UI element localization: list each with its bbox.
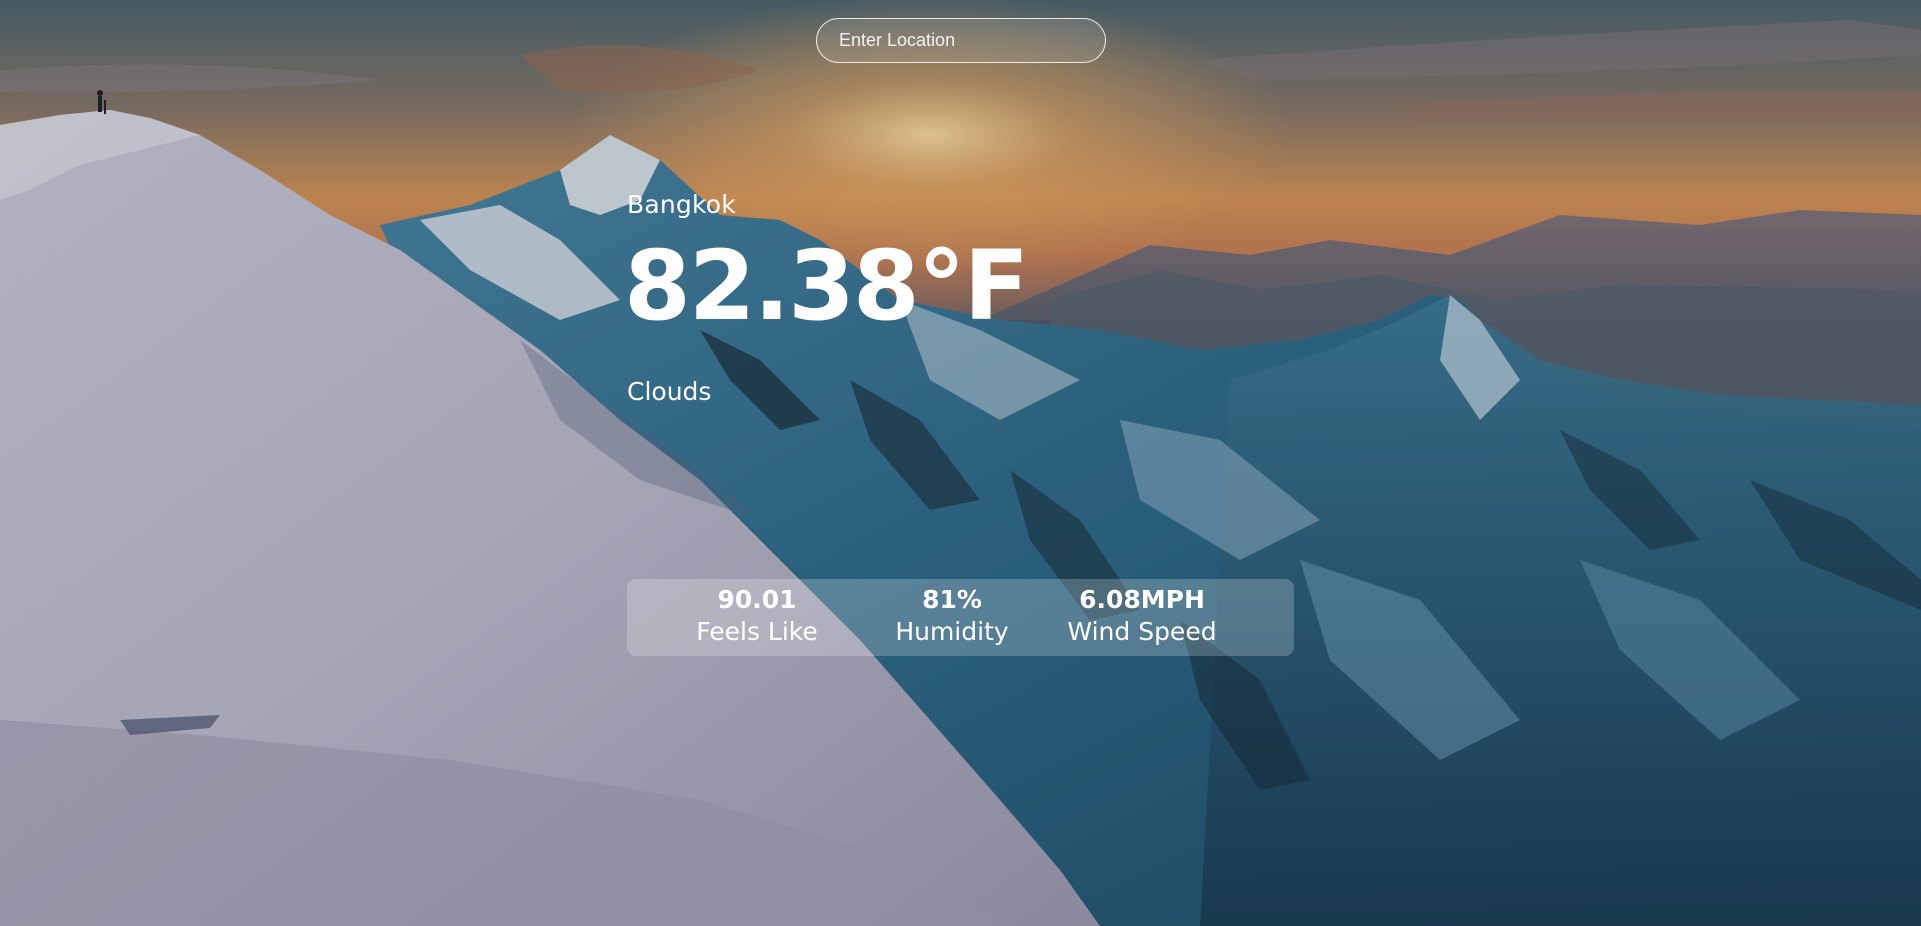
temperature: 82.38°F xyxy=(624,230,1029,342)
location-search-input[interactable] xyxy=(816,18,1106,63)
humidity-stat: 81% Humidity xyxy=(877,579,1027,656)
feels-like-stat: 90.01 Feels Like xyxy=(687,579,827,656)
humidity-value: 81% xyxy=(922,585,982,614)
search-container xyxy=(816,18,1106,63)
weather-stats-card: 90.01 Feels Like 81% Humidity 6.08MPH Wi… xyxy=(627,579,1294,656)
wind-speed-stat: 6.08MPH Wind Speed xyxy=(1057,579,1227,656)
background-image xyxy=(0,0,1921,926)
feels-like-label: Feels Like xyxy=(696,617,818,647)
weather-condition: Clouds xyxy=(627,377,712,406)
feels-like-value: 90.01 xyxy=(717,585,797,614)
wind-speed-value: 6.08MPH xyxy=(1079,585,1205,614)
wind-speed-label: Wind Speed xyxy=(1067,617,1217,647)
humidity-label: Humidity xyxy=(895,617,1009,647)
city-name: Bangkok xyxy=(627,190,736,219)
